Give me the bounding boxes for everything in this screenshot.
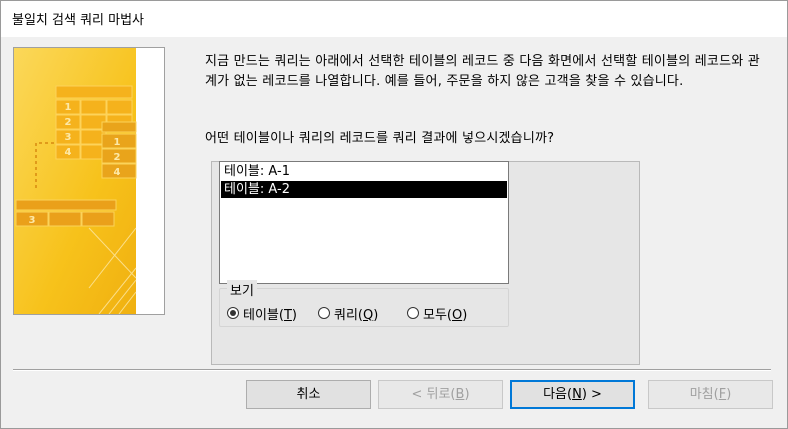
radio-tables-label: 테이블(T) [243, 307, 297, 323]
illus-num-1: 1 [65, 102, 72, 113]
view-legend: 보기 [227, 280, 257, 299]
radio-unchecked-icon[interactable] [407, 307, 419, 319]
illus-num-6: 2 [114, 152, 121, 163]
wizard-description: 지금 만드는 쿼리는 아래에서 선택한 테이블의 레코드 중 다음 화면에서 선… [205, 54, 760, 89]
illus-num-4: 4 [65, 147, 72, 158]
illus-num-2: 2 [65, 117, 72, 128]
radio-queries-label: 쿼리(Q) [334, 307, 379, 323]
wizard-question: 어떤 테이블이나 쿼리의 레코드를 쿼리 결과에 넣으시겠습니까? [205, 131, 555, 146]
radio-both-label: 모두(O) [423, 307, 468, 323]
separator [13, 369, 771, 371]
radio-queries[interactable]: 쿼리(Q) [318, 304, 379, 323]
radio-tables[interactable]: 테이블(T) [227, 304, 297, 323]
radio-unchecked-icon[interactable] [318, 307, 330, 319]
finish-button[interactable]: 마침(F) [648, 380, 773, 409]
title-bar: 불일치 검색 쿼리 마법사 [1, 1, 787, 37]
illus-num-7: 4 [114, 167, 121, 178]
back-button[interactable]: < 뒤로(B) [378, 380, 503, 409]
wizard-illustration: 1 2 3 4 1 2 4 3 [13, 47, 165, 315]
next-button[interactable]: 다음(N) > [510, 380, 635, 409]
radio-checked-icon[interactable] [227, 307, 239, 319]
list-item[interactable]: 테이블: A-1 [221, 163, 507, 180]
illus-num-3: 3 [65, 132, 72, 143]
list-item-selected[interactable]: 테이블: A-2 [221, 181, 507, 198]
illus-num-8: 3 [29, 215, 36, 226]
window-title: 불일치 검색 쿼리 마법사 [12, 13, 144, 28]
illus-num-5: 1 [114, 137, 121, 148]
table-listbox[interactable]: 테이블: A-1 테이블: A-2 [219, 161, 509, 284]
radio-both[interactable]: 모두(O) [407, 304, 468, 323]
cancel-button[interactable]: 취소 [246, 380, 371, 409]
